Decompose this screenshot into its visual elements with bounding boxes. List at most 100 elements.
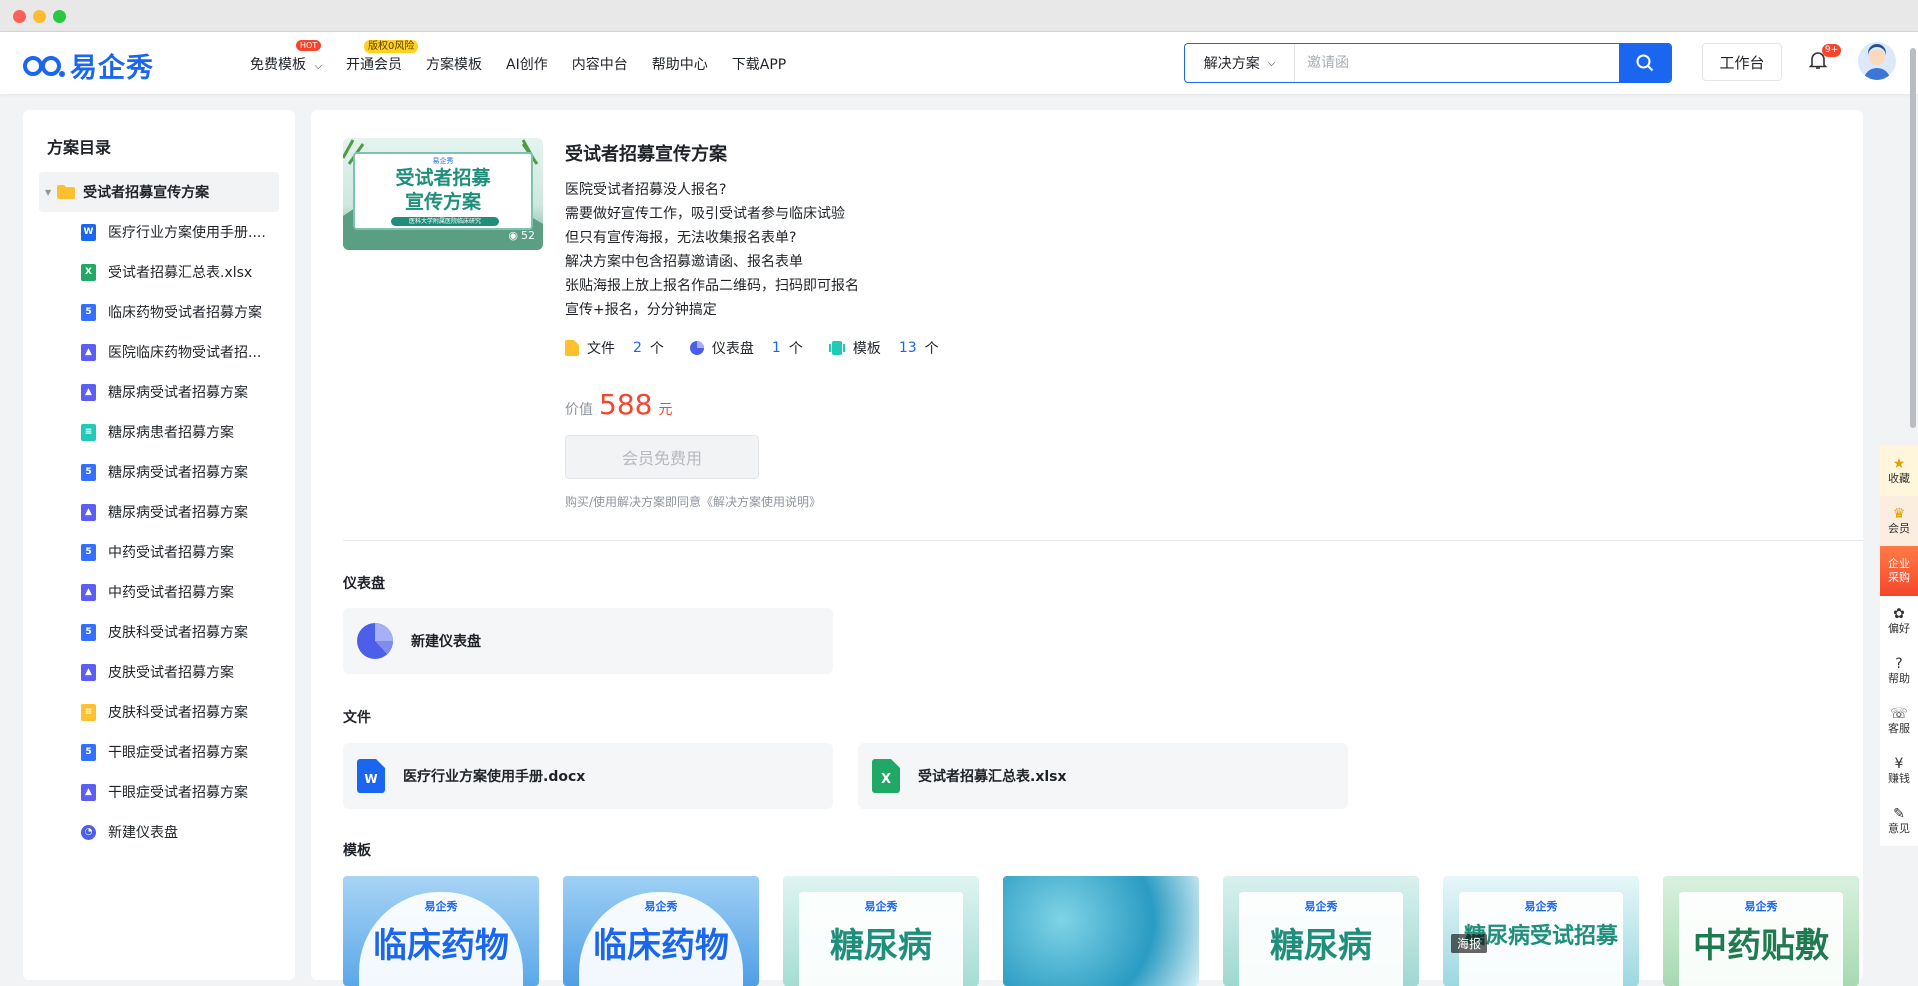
- sidebar-item[interactable]: ▲ 医院临床药物受试者招...: [81, 332, 291, 372]
- rail-label: 企业 采购: [1888, 557, 1910, 584]
- sidebar-item[interactable]: ◔ 新建仪表盘: [81, 812, 291, 852]
- search-category-select[interactable]: 解决方案 ⌵: [1185, 44, 1295, 82]
- template-card[interactable]: [1003, 876, 1199, 986]
- nav-ai-create[interactable]: AI创作: [506, 54, 548, 74]
- svg-text:W: W: [364, 772, 377, 786]
- sidebar-item-label: 糖尿病受试者招募方案: [108, 465, 248, 481]
- nav-solution-templates[interactable]: 方案模板: [426, 54, 482, 74]
- sidebar-item[interactable]: ▲ 糖尿病受试者招募方案: [81, 372, 291, 412]
- eye-icon: ◉: [508, 229, 518, 242]
- sidebar-item-label: 干眼症受试者招募方案: [108, 785, 248, 801]
- sidebar-item[interactable]: 5 糖尿病受试者招募方案: [81, 452, 291, 492]
- template-card[interactable]: 易企秀 糖尿病受试招募 海报: [1443, 876, 1639, 986]
- nav-label: 开通会员: [346, 57, 403, 73]
- rail-item[interactable]: ? 帮助: [1880, 646, 1918, 696]
- solution-stats: 文件 2 个 仪表盘 1 个 模板 13 个: [565, 338, 939, 358]
- svg-text:X: X: [881, 772, 891, 787]
- sidebar-item[interactable]: ≡ 皮肤科受试者招募方案: [81, 692, 291, 732]
- sidebar-item-label: 新建仪表盘: [108, 825, 178, 841]
- template-card[interactable]: 易企秀 临床药物: [563, 876, 759, 986]
- notification-button[interactable]: 9+: [1808, 44, 1842, 74]
- template-card[interactable]: 易企秀 中药贴敷: [1663, 876, 1859, 986]
- chevron-down-icon: ⌵: [1267, 57, 1276, 69]
- sidebar-item-label: 糖尿病受试者招募方案: [108, 385, 248, 401]
- file-card-xlsx[interactable]: X 受试者招募汇总表.xlsx: [858, 743, 1348, 809]
- template-title: 临床药物: [373, 926, 509, 966]
- template-brand: 易企秀: [424, 900, 458, 913]
- file-name: 医疗行业方案使用手册.docx: [403, 769, 586, 785]
- main-nav: 免费模板 ⌵ HOT 开通会员 版权0风险 方案模板 AI创作 内容中台 帮助中…: [250, 40, 786, 74]
- rail-item[interactable]: ✎ 意见: [1880, 796, 1918, 846]
- sidebar-title: 方案目录: [47, 138, 112, 157]
- rail-item[interactable]: ☏ 客服: [1880, 696, 1918, 746]
- stat-count: 1: [771, 340, 781, 356]
- description-line: 但只有宣传海报，无法收集报名表单?: [565, 230, 797, 246]
- workbench-button[interactable]: 工作台: [1702, 43, 1782, 81]
- sidebar-item[interactable]: 5 干眼症受试者招募方案: [81, 732, 291, 772]
- close-window-button[interactable]: [13, 10, 26, 23]
- h5-icon: 5: [81, 543, 96, 561]
- rail-label: 客服: [1888, 722, 1910, 735]
- nav-free-templates[interactable]: 免费模板 ⌵ HOT: [250, 40, 322, 74]
- rail-label: 帮助: [1888, 672, 1910, 685]
- minimize-window-button[interactable]: [33, 10, 46, 23]
- rail-item[interactable]: ★ 收藏: [1880, 446, 1918, 496]
- description-line: 需要做好宣传工作，吸引受试者参与临床试验: [565, 206, 845, 222]
- cover-title-1: 受试者招募: [395, 167, 491, 189]
- solution-cover-image[interactable]: 易企秀 受试者招募 宣传方案 医科大学附属医院临床研究 ◉ 52: [343, 138, 543, 250]
- earn-icon: ¥: [1894, 756, 1904, 772]
- sidebar-item[interactable]: ▲ 皮肤受试者招募方案: [81, 652, 291, 692]
- rail-item[interactable]: ✿ 偏好: [1880, 596, 1918, 646]
- sidebar-item[interactable]: 5 皮肤科受试者招募方案: [81, 612, 291, 652]
- template-card[interactable]: 易企秀 糖尿病: [1223, 876, 1419, 986]
- search-input[interactable]: [1295, 44, 1619, 82]
- sidebar-item[interactable]: 5 中药受试者招募方案: [81, 532, 291, 572]
- rail-item[interactable]: ¥ 赚钱: [1880, 746, 1918, 796]
- price-label: 价值: [565, 402, 593, 418]
- feedback-icon: ✎: [1893, 806, 1905, 822]
- templates-section-title: 模板: [343, 843, 371, 859]
- stat-label: 文件: [587, 341, 615, 357]
- logo[interactable]: 易企秀: [22, 46, 154, 85]
- rail-item[interactable]: ♛ 会员: [1880, 496, 1918, 546]
- sidebar-item[interactable]: W 医疗行业方案使用手册....: [81, 212, 291, 252]
- word-file-icon: W: [357, 759, 385, 793]
- agreement-text[interactable]: 购买/使用解决方案即同意《解决方案使用说明》: [565, 493, 939, 510]
- sidebar-item-label: 临床药物受试者招募方案: [108, 305, 262, 321]
- file-icon: [565, 340, 579, 356]
- sidebar-item[interactable]: ▲ 糖尿病受试者招募方案: [81, 492, 291, 532]
- h5-icon: 5: [81, 743, 96, 761]
- avatar[interactable]: [1858, 42, 1896, 80]
- sidebar-item[interactable]: ≡ 糖尿病患者招募方案: [81, 412, 291, 452]
- dashboard-card[interactable]: 新建仪表盘: [343, 608, 833, 674]
- cover-brand: 易企秀: [432, 157, 454, 165]
- nav-membership[interactable]: 开通会员 版权0风险: [346, 40, 419, 74]
- caret-down-icon: ▼: [45, 187, 52, 197]
- sidebar-item[interactable]: X 受试者招募汇总表.xlsx: [81, 252, 291, 292]
- nav-help-center[interactable]: 帮助中心: [652, 54, 708, 74]
- files-section-title: 文件: [343, 710, 371, 726]
- sidebar-folder[interactable]: ▼ 受试者招募宣传方案: [39, 172, 279, 212]
- sidebar-item[interactable]: ▲ 干眼症受试者招募方案: [81, 772, 291, 812]
- price-unit: 元: [658, 402, 673, 418]
- page-scrollbar[interactable]: [1910, 48, 1916, 428]
- maximize-window-button[interactable]: [53, 10, 66, 23]
- sidebar-item-label: 糖尿病受试者招募方案: [108, 505, 248, 521]
- excel-file-icon: X: [872, 759, 900, 793]
- member-free-use-button[interactable]: 会员免费用: [565, 435, 759, 479]
- file-card-docx[interactable]: W 医疗行业方案使用手册.docx: [343, 743, 833, 809]
- stat-unit: 个: [788, 341, 803, 357]
- h5-icon: 5: [81, 463, 96, 481]
- template-tag: 海报: [1451, 934, 1488, 953]
- nav-download-app[interactable]: 下载APP: [732, 54, 786, 74]
- top-header: 易企秀 免费模板 ⌵ HOT 开通会员 版权0风险 方案模板 AI创作 内容中台…: [0, 32, 1918, 94]
- template-card[interactable]: 易企秀 临床药物: [343, 876, 539, 986]
- template-card[interactable]: 易企秀 糖尿病: [783, 876, 979, 986]
- customer-service-icon: ☏: [1890, 706, 1908, 722]
- nav-content-center[interactable]: 内容中台: [572, 54, 628, 74]
- sidebar-item[interactable]: 5 临床药物受试者招募方案: [81, 292, 291, 332]
- stat-templates: 模板 13 个: [828, 338, 939, 358]
- search-button[interactable]: [1619, 44, 1671, 82]
- sidebar-item[interactable]: ▲ 中药受试者招募方案: [81, 572, 291, 612]
- rail-item[interactable]: 企业 采购: [1880, 546, 1918, 596]
